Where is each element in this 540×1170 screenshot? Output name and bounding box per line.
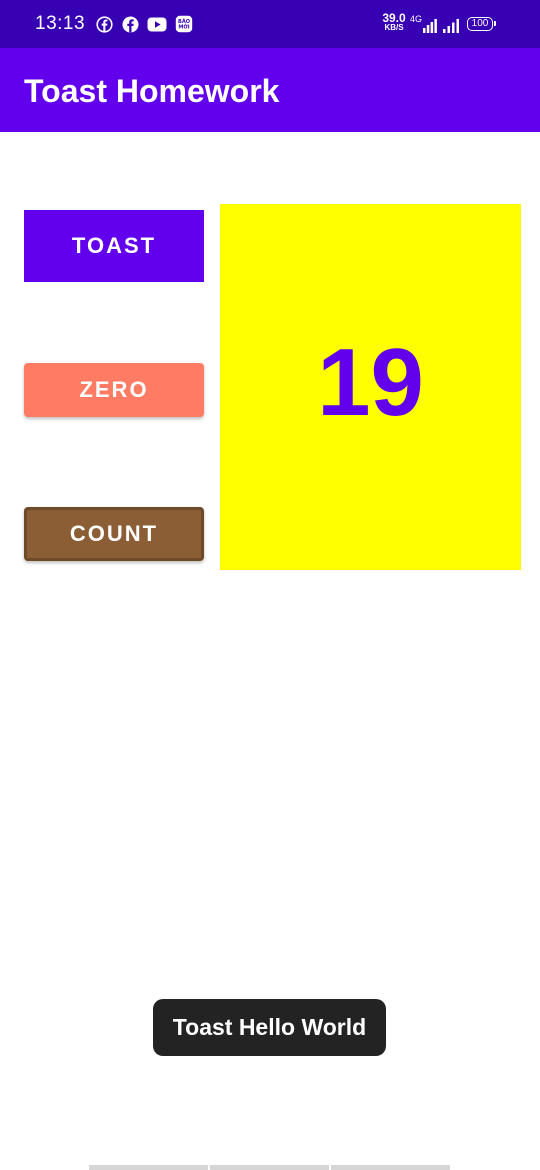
gesture-segment-right[interactable] <box>331 1165 450 1170</box>
gesture-segment-center[interactable] <box>210 1165 329 1170</box>
notification-icons: BÁO MỚI <box>95 13 193 35</box>
facebook-outline-icon <box>95 15 113 33</box>
zero-button[interactable]: Zero <box>24 363 204 417</box>
app-bar: Toast Homework <box>0 48 540 132</box>
system-icons: 4G 100 <box>410 14 497 34</box>
bao-moi-icon: BÁO MỚI <box>175 15 193 33</box>
gesture-navigation-bar[interactable] <box>89 1165 450 1170</box>
facebook-icon <box>121 15 139 33</box>
battery-icon: 100 <box>467 17 497 31</box>
status-bar: 13:13 BÁO MỚI 39.0 KB/S 4G 100 <box>0 0 540 48</box>
network-type: 4G <box>410 14 423 24</box>
gesture-segment-left[interactable] <box>89 1165 208 1170</box>
status-time: 13:13 <box>35 13 86 34</box>
toast-message: Toast Hello World <box>153 999 386 1056</box>
battery-level: 100 <box>471 18 489 29</box>
count-value: 19 <box>317 329 424 436</box>
svg-text:MỚI: MỚI <box>178 24 189 31</box>
count-display-panel: 19 <box>220 204 521 570</box>
toast-button-label: Toast <box>71 233 157 258</box>
signal-icon <box>443 15 461 33</box>
zero-button-label: Zero <box>79 377 149 402</box>
app-title: Toast Homework <box>24 73 280 109</box>
count-button[interactable]: Count <box>24 507 204 561</box>
toast-button[interactable]: Toast <box>24 210 204 282</box>
network-speed-unit: KB/S <box>384 23 404 32</box>
signal-4g-icon: 4G <box>410 15 437 33</box>
network-speed: 39.0 KB/S <box>381 11 407 33</box>
network-speed-value: 39.0 <box>382 11 406 25</box>
youtube-icon <box>147 15 167 33</box>
toast-message-text: Toast Hello World <box>172 1014 367 1040</box>
count-button-label: Count <box>69 521 159 546</box>
